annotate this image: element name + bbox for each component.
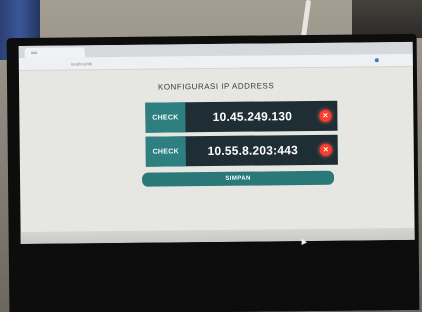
- shelf: [352, 0, 422, 38]
- check-button[interactable]: CHECK: [145, 102, 186, 133]
- ip-address: 10.45.249.130: [212, 109, 293, 124]
- screen: uuu localhost/dk KONFIGURASI IP ADDRESS …: [18, 41, 415, 245]
- screen-dark-area: [20, 239, 416, 312]
- ip-row: CHECK 10.55.8.203:443 ✕: [145, 134, 338, 167]
- ip-row: CHECK 10.45.249.130 ✕: [145, 100, 338, 133]
- error-icon: ✕: [319, 143, 332, 156]
- save-button[interactable]: SIMPAN: [141, 170, 335, 187]
- extension-icon[interactable]: [374, 58, 379, 63]
- browser-tab[interactable]: uuu: [24, 47, 85, 58]
- check-button[interactable]: CHECK: [145, 136, 186, 167]
- address-bar[interactable]: localhost/dk: [18, 53, 413, 72]
- ip-address: 10.55.8.203:443: [207, 143, 299, 159]
- tab-title: uuu: [30, 49, 38, 55]
- monitor: uuu localhost/dk KONFIGURASI IP ADDRESS …: [6, 33, 420, 312]
- url-text: localhost/dk: [70, 61, 92, 67]
- photo-scene: uuu localhost/dk KONFIGURASI IP ADDRESS …: [0, 0, 422, 312]
- page-title: KONFIGURASI IP ADDRESS: [157, 81, 275, 92]
- error-icon: ✕: [319, 109, 332, 122]
